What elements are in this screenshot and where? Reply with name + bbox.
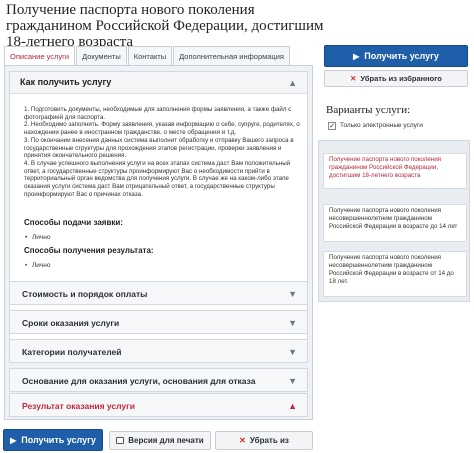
accordion-grounds-title: Основание для оказания услуги, основания… bbox=[22, 376, 256, 386]
get-service-label: Получить услугу bbox=[364, 51, 439, 61]
only-electronic-checkbox[interactable]: ✓ bbox=[328, 122, 336, 130]
accordion-result[interactable]: Результат оказания услуги ▲ bbox=[9, 393, 308, 417]
variant-item[interactable]: Получение паспорта нового поколения несо… bbox=[323, 204, 467, 242]
bottom-remove-favorite-button[interactable]: ✕Убрать из избранного bbox=[215, 431, 313, 450]
accordion-terms-title: Сроки оказания услуги bbox=[22, 318, 120, 328]
remove-favorite-button[interactable]: ✕ Убрать из избранного bbox=[324, 70, 468, 87]
tab-contacts[interactable]: Контакты bbox=[127, 46, 173, 66]
print-version-label: Версия для печати bbox=[128, 436, 204, 445]
accordion-cost-title: Стоимость и порядок оплаты bbox=[22, 289, 148, 299]
accordion-recipients-title: Категории получателей bbox=[22, 347, 122, 357]
arrow-right-icon: ▶ bbox=[10, 436, 17, 445]
accordion-how-to-title: Как получить услугу bbox=[20, 77, 112, 87]
arrow-right-icon: ▶ bbox=[353, 52, 360, 61]
how-to-steps: 1. Подготовить документы, необходимые дл… bbox=[24, 106, 302, 198]
accordion-terms[interactable]: Сроки оказания услуги ▼ bbox=[9, 310, 308, 334]
submit-method-item: Лично bbox=[25, 234, 50, 241]
printer-icon bbox=[116, 437, 125, 444]
how-to-step: 4. В случае успешного выполнения услуги … bbox=[24, 159, 291, 198]
accordion-cost[interactable]: Стоимость и порядок оплаты ▼ bbox=[9, 281, 308, 305]
chevron-up-icon: ▲ bbox=[288, 78, 297, 88]
bottom-remove-favorite-label: Убрать из избранного bbox=[249, 436, 289, 445]
accordion-how-to-header[interactable]: Как получить услугу ▲ bbox=[10, 72, 307, 94]
bottom-get-service-button[interactable]: ▶ Получить услугу bbox=[3, 429, 103, 451]
bottom-get-service-label: Получить услугу bbox=[21, 435, 96, 445]
how-to-step: 2. Необходимо заполнить. Форму заявления… bbox=[24, 121, 300, 137]
service-description-panel: Как получить услугу ▲ 1. Подготовить док… bbox=[4, 65, 313, 420]
variants-panel: Получение паспорта нового поколения граж… bbox=[318, 140, 470, 302]
variant-item-selected[interactable]: Получение паспорта нового поколения граж… bbox=[323, 153, 467, 189]
chevron-up-icon: ▲ bbox=[288, 401, 297, 411]
accordion-grounds[interactable]: Основание для оказания услуги, основания… bbox=[9, 368, 308, 392]
chevron-down-icon: ▼ bbox=[288, 318, 297, 328]
chevron-down-icon: ▼ bbox=[288, 289, 297, 299]
variants-heading: Варианты услуги: bbox=[326, 104, 411, 116]
chevron-down-icon: ▼ bbox=[288, 347, 297, 357]
get-service-button[interactable]: ▶ Получить услугу bbox=[324, 45, 468, 67]
accordion-recipients[interactable]: Категории получателей ▼ bbox=[9, 339, 308, 363]
how-to-step: 1. Подготовить документы, необходимые дл… bbox=[24, 106, 292, 121]
chevron-down-icon: ▼ bbox=[288, 376, 297, 386]
remove-favorite-label: Убрать из избранного bbox=[360, 74, 442, 83]
page-title: Получение паспорта нового поколения граж… bbox=[6, 2, 324, 50]
print-version-button[interactable]: Версия для печати bbox=[109, 431, 211, 450]
tab-bar: Описание услуги Документы Контакты Допол… bbox=[4, 46, 291, 67]
receive-methods-heading: Способы получения результата: bbox=[24, 246, 154, 255]
close-icon: ✕ bbox=[239, 436, 246, 445]
only-electronic-label: Только электронные услуги bbox=[340, 122, 423, 129]
tab-description[interactable]: Описание услуги bbox=[4, 46, 76, 67]
receive-method-item: Лично bbox=[25, 262, 50, 269]
close-icon: ✕ bbox=[350, 74, 357, 83]
submit-methods-heading: Способы подачи заявки: bbox=[24, 218, 123, 227]
tab-additional-info[interactable]: Дополнительная информация bbox=[173, 46, 290, 66]
variant-item[interactable]: Получение паспорта нового поколения несо… bbox=[323, 251, 467, 297]
accordion-result-title: Результат оказания услуги bbox=[22, 401, 135, 411]
how-to-step: 3. По окончании внесения данных система … bbox=[24, 136, 294, 160]
tab-documents[interactable]: Документы bbox=[76, 46, 127, 66]
